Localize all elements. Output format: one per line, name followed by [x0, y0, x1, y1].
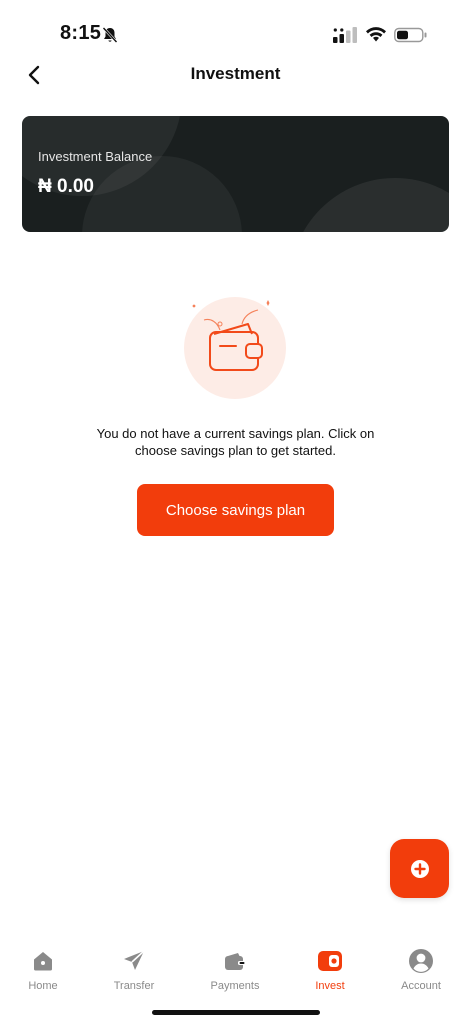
wifi-icon — [365, 25, 387, 43]
nav-label: Home — [28, 980, 58, 992]
bottom-nav: Home Transfer Payments Invest Account — [0, 940, 471, 1000]
nav-label: Transfer — [113, 980, 155, 992]
balance-label: Investment Balance — [38, 149, 153, 164]
signal-icon — [333, 26, 359, 44]
home-indicator — [152, 1010, 320, 1015]
card-decoration — [290, 178, 449, 232]
nav-item-transfer[interactable]: Transfer — [94, 948, 174, 992]
battery-icon — [394, 26, 428, 44]
nav-item-payments[interactable]: Payments — [195, 948, 275, 992]
status-bar: 8:15 — [0, 0, 471, 60]
status-time: 8:15 — [60, 22, 102, 44]
plus-circle-icon — [410, 859, 429, 878]
investment-balance-card: Investment Balance ₦ 0.00 — [22, 116, 449, 232]
account-icon — [408, 948, 434, 974]
nav-label: Invest — [315, 980, 345, 992]
empty-state-message: You do not have a current savings plan. … — [96, 426, 375, 458]
add-button[interactable] — [390, 839, 449, 898]
nav-item-account[interactable]: Account — [381, 948, 461, 992]
page-title: Investment — [190, 64, 281, 83]
nav-label: Account — [401, 980, 441, 992]
nav-item-invest[interactable]: Invest — [290, 948, 370, 992]
nav-label: Payments — [210, 980, 260, 992]
invest-icon — [317, 948, 343, 974]
choose-savings-plan-button[interactable]: Choose savings plan — [137, 484, 334, 536]
header: Investment — [0, 55, 471, 95]
home-icon — [30, 948, 56, 974]
bell-muted-icon — [101, 26, 119, 44]
empty-wallet-illustration — [180, 294, 290, 404]
nav-item-home[interactable]: Home — [3, 948, 83, 992]
wallet-icon — [222, 948, 248, 974]
balance-value: ₦ 0.00 — [38, 176, 94, 197]
send-icon — [121, 948, 147, 974]
